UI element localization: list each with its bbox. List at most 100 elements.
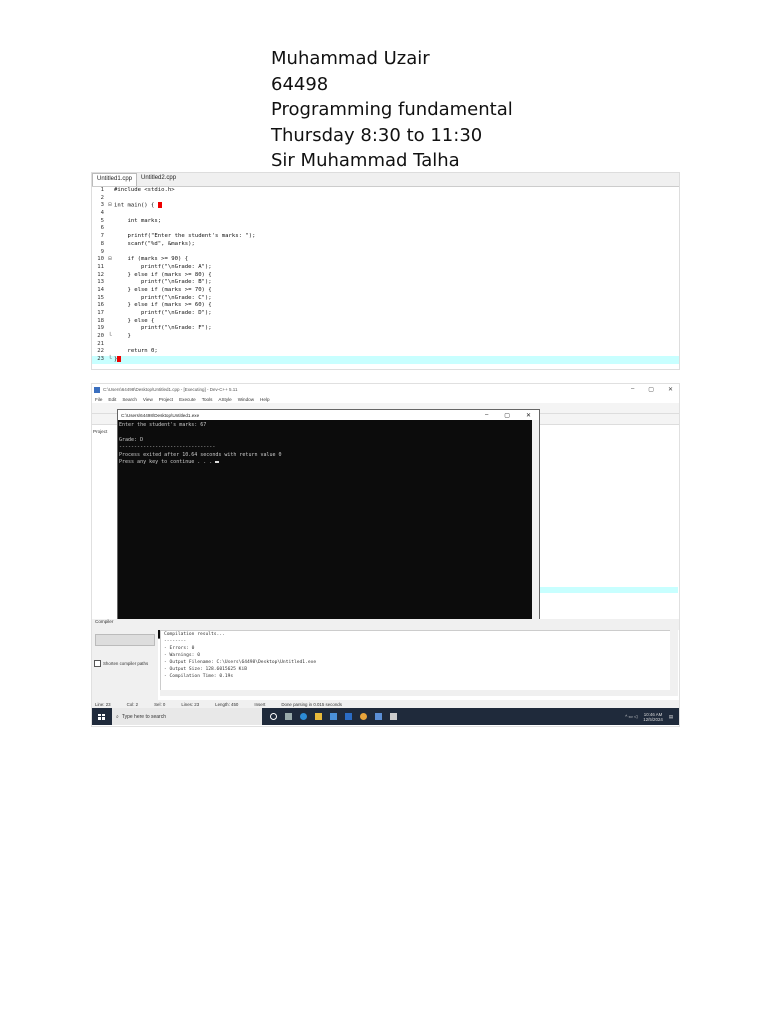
fold-marker[interactable]: └ — [106, 356, 114, 364]
ide-title-text: C:\Users\64498\Desktop\Untitled1.cpp - [… — [103, 387, 238, 392]
search-placeholder: Type here to search — [121, 713, 167, 720]
fold-marker[interactable] — [106, 287, 114, 295]
console-window[interactable]: C:\Users\64498\Desktop\Untitled1.exe – ▢… — [117, 409, 540, 639]
status-length: Length: 450 — [215, 701, 239, 707]
compile-log: Compilation results... -------- - Errors: … — [160, 630, 675, 694]
task-view-icon[interactable] — [285, 713, 292, 720]
windows-start-icon[interactable] — [98, 713, 105, 720]
code-text: } — [114, 356, 122, 364]
file-explorer-icon[interactable] — [315, 713, 322, 720]
code-line: 10 ⊟ if (marks >= 90) { — [92, 256, 679, 264]
instructor-name: Sir Muhammad Talha — [271, 150, 460, 171]
code-text: printf("\nGrade: D"); — [114, 310, 212, 316]
tab-compiler[interactable]: Compiler — [92, 619, 113, 624]
console-close-button[interactable]: ✕ — [526, 412, 531, 419]
fold-marker[interactable] — [106, 210, 114, 218]
fold-marker[interactable] — [106, 295, 114, 303]
line-number: 14 — [97, 286, 104, 293]
close-button[interactable]: ✕ — [668, 386, 673, 393]
console-scrollbar[interactable] — [532, 420, 539, 636]
shorten-paths-checkbox[interactable] — [94, 660, 101, 667]
fold-marker[interactable] — [106, 218, 114, 226]
chrome-icon[interactable] — [360, 713, 367, 720]
compile-log-vscrollbar[interactable] — [670, 630, 678, 692]
code-text: scanf("%d", &marks); — [114, 240, 195, 247]
line-number: 15 — [97, 294, 104, 301]
fold-marker[interactable]: ⊟ — [106, 256, 114, 264]
line-number: 17 — [97, 310, 104, 316]
compile-log-line: - Compilation Time: 0.19s — [164, 674, 234, 679]
menu-item[interactable]: View — [143, 397, 153, 402]
cortana-icon[interactable] — [270, 713, 277, 720]
code-line: 15 printf("\nGrade: C"); — [92, 295, 679, 303]
fold-marker[interactable] — [106, 318, 114, 326]
tab-untitled2[interactable]: Untitled2.cpp — [137, 173, 180, 186]
menu-item[interactable]: Window — [238, 397, 254, 402]
clock[interactable]: 10:46 AM 12/5/2024 — [643, 712, 663, 722]
console-taskbar-icon[interactable] — [390, 713, 397, 720]
fold-marker[interactable] — [106, 272, 114, 280]
console-line: Enter the student's marks: 67 — [119, 422, 207, 428]
code-line: 7 printf("Enter the student's marks: "); — [92, 233, 679, 241]
fold-marker[interactable]: └ — [106, 333, 114, 341]
mail-icon[interactable] — [345, 713, 352, 720]
ide-menubar: File Edit Search View Project Execute Tools ASt… — [92, 395, 679, 403]
abort-compilation-button[interactable] — [95, 634, 155, 646]
tray-icons[interactable]: ^ ▭ ◁ — [625, 714, 637, 719]
menu-item[interactable]: Edit — [108, 397, 116, 402]
fold-marker[interactable] — [106, 233, 114, 241]
fold-marker[interactable] — [106, 279, 114, 287]
ide-screenshot: C:\Users\64498\Desktop\Untitled1.cpp - [… — [91, 383, 680, 727]
code-line: 12 } else if (marks >= 80) { — [92, 272, 679, 280]
code-area[interactable]: 1 #include <stdio.h> 2 3 ⊟ int main() { 45 in… — [92, 187, 679, 364]
menu-item[interactable]: Execute — [179, 397, 196, 402]
taskbar-search[interactable]: ⌕ Type here to search — [112, 708, 262, 725]
code-line: 21 — [92, 341, 679, 349]
console-minimize-button[interactable]: – — [485, 412, 488, 419]
menu-item[interactable]: File — [95, 397, 102, 402]
fold-marker[interactable] — [106, 302, 114, 310]
fold-marker[interactable] — [106, 341, 114, 349]
compile-log-line: - Errors: 0 — [164, 646, 195, 651]
menu-item[interactable]: Search — [122, 397, 137, 402]
maximize-button[interactable]: ▢ — [648, 386, 654, 393]
fold-marker[interactable] — [106, 264, 114, 272]
console-line: Press any key to continue . . . — [119, 459, 538, 466]
line-number: 5 — [100, 217, 104, 224]
tab-untitled1[interactable]: Untitled1.cpp — [92, 173, 138, 186]
store-icon[interactable] — [330, 713, 337, 720]
minimize-button[interactable]: – — [631, 386, 634, 393]
windows-taskbar: ⌕ Type here to search ^ ▭ ◁ 10:46 AM 12/… — [92, 708, 679, 725]
fold-marker[interactable] — [106, 310, 114, 318]
fold-marker[interactable] — [106, 325, 114, 333]
code-line: 9 — [92, 249, 679, 257]
edge-icon[interactable] — [300, 713, 307, 720]
student-id: 64498 — [271, 73, 329, 95]
line-number: 8 — [100, 240, 104, 247]
menu-item[interactable]: Project — [159, 397, 173, 402]
code-line: 2 — [92, 195, 679, 203]
fold-marker[interactable] — [106, 195, 114, 203]
class-schedule: Thursday 8:30 to 11:30 — [271, 124, 483, 146]
menu-item[interactable]: Tools — [202, 397, 213, 402]
compile-log-hscrollbar[interactable] — [160, 690, 678, 696]
code-line: 1 #include <stdio.h> — [92, 187, 679, 195]
system-tray: ^ ▭ ◁ 10:46 AM 12/5/2024 ▤ — [625, 712, 679, 722]
student-name: Muhammad Uzair — [271, 48, 430, 69]
shorten-paths-option[interactable]: Shorten compiler paths — [94, 660, 148, 667]
fold-marker[interactable] — [106, 187, 114, 195]
console-maximize-button[interactable]: ▢ — [504, 412, 510, 419]
fold-marker[interactable]: ⊟ — [106, 202, 114, 210]
devcpp-taskbar-icon[interactable] — [375, 713, 382, 720]
menu-item[interactable]: Help — [260, 397, 269, 402]
fold-marker[interactable] — [106, 249, 114, 257]
fold-marker[interactable] — [106, 348, 114, 356]
code-text: int marks; — [114, 217, 162, 224]
project-tab[interactable]: Project — [93, 429, 107, 434]
menu-item[interactable]: AStyle — [218, 397, 231, 402]
fold-marker[interactable] — [106, 241, 114, 249]
line-number: 16 — [97, 302, 104, 309]
notification-icon[interactable]: ▤ — [669, 714, 673, 719]
fold-marker[interactable] — [106, 225, 114, 233]
